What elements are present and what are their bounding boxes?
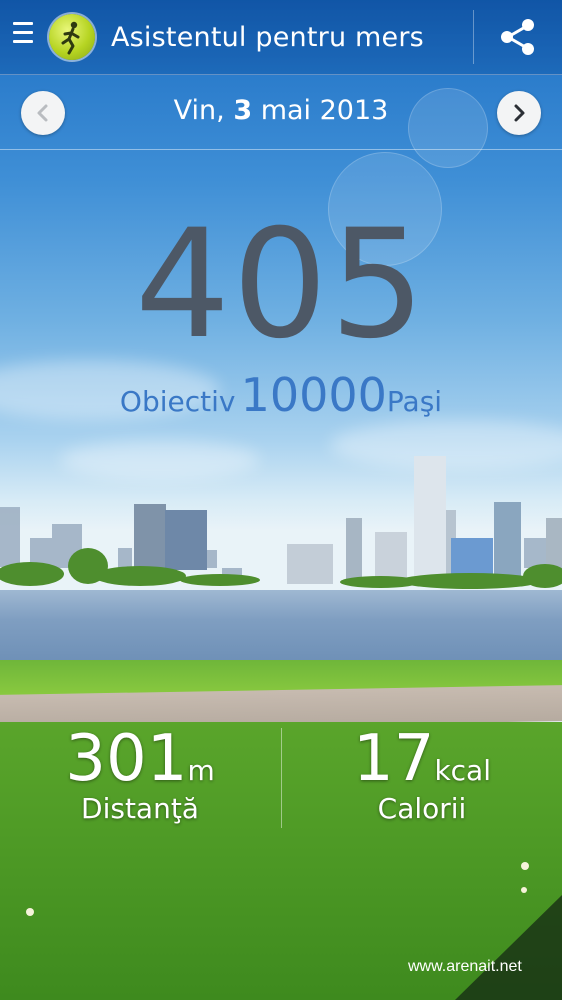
chevron-right-icon [514,104,525,122]
header-divider [473,10,474,64]
distance-value-row: 301m [0,722,280,796]
distance-value: 301 [65,722,188,796]
lake [0,590,562,665]
menu-icon[interactable] [13,22,35,52]
date-month-year: mai 2013 [260,95,389,126]
distance-unit: m [187,754,215,787]
flower [521,887,527,893]
app-bar: Asistentul pentru mers [0,0,562,75]
share-button[interactable] [493,12,543,62]
distance-stat: 301m Distanţă [0,722,280,832]
goal-line: Obiectiv 10000Paşi [0,368,562,422]
calories-value: 17 [353,722,435,796]
date-navigation: Vin, 3 mai 2013 [0,75,562,150]
watermark-corner [455,895,562,1000]
city-skyline [0,456,562,589]
distance-label: Distanţă [81,792,199,825]
date-day: 3 [233,95,253,126]
next-day-button[interactable] [497,91,541,135]
goal-label: Obiectiv [119,385,236,418]
pedometer-screen: Asistentul pentru mers Vin, 3 mai 2013 4… [0,0,562,1000]
flower [26,908,34,916]
goal-unit: Paşi [386,385,443,418]
calories-unit: kcal [434,754,491,787]
app-title: Asistentul pentru mers [111,22,424,53]
calories-stat: 17kcal Calorii [282,722,562,832]
watermark-text: www.arenait.net [408,958,522,975]
date-weekday: Vin, [173,95,225,126]
calories-label: Calorii [377,792,467,825]
goal-value: 10000 [240,368,387,422]
flower [521,862,529,870]
calories-value-row: 17kcal [282,722,562,796]
date-label: Vin, 3 mai 2013 [0,95,562,126]
steps-count: 405 [134,198,428,372]
share-icon [501,19,534,55]
walker-logo-icon [49,14,95,60]
